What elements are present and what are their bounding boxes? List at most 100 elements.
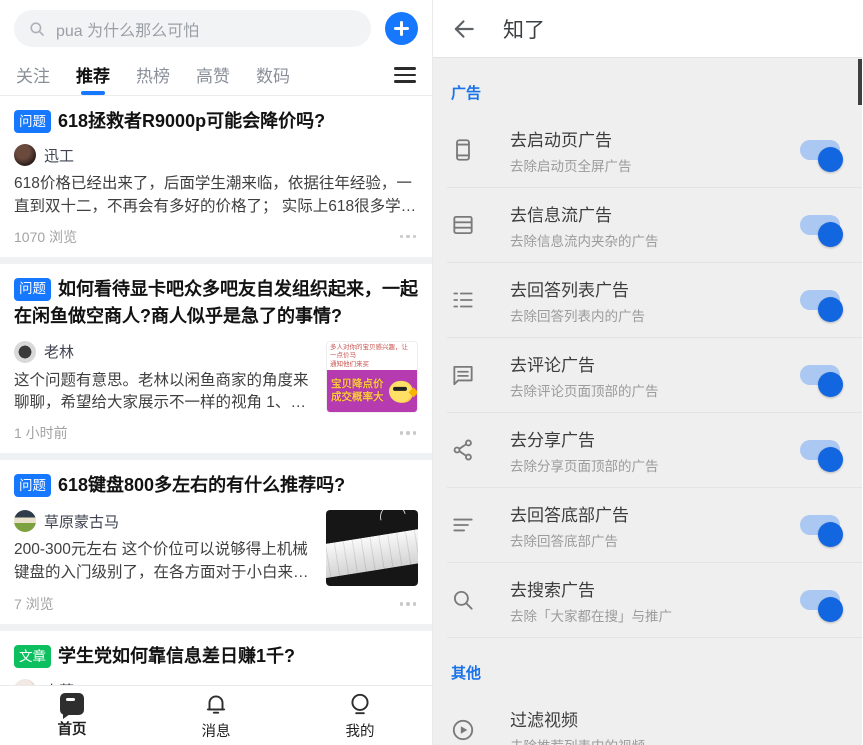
toggle-share-ads[interactable] — [800, 440, 843, 472]
more-options-icon[interactable] — [398, 600, 419, 608]
question-badge: 问题 — [14, 474, 51, 498]
list-icon — [453, 292, 473, 308]
section-header-ads: 广告 — [451, 85, 482, 102]
section-header-other: 其他 — [451, 665, 482, 682]
author-row[interactable]: 草原蒙古马 — [14, 510, 314, 533]
setting-subtitle: 去除评论页面顶部的广告 — [510, 383, 659, 399]
setting-title: 去信息流广告 — [510, 205, 612, 225]
setting-subtitle: 去除推荐列表内的视频 — [510, 735, 840, 745]
avatar — [14, 340, 36, 363]
setting-subtitle: 去除启动页全屏广告 — [510, 158, 632, 174]
setting-subtitle: 去除回答列表内的广告 — [510, 308, 645, 324]
toggle-comment-ads[interactable] — [800, 365, 843, 397]
bell-icon — [206, 694, 226, 714]
toggle-answer-bottom-ads[interactable] — [800, 515, 843, 547]
setting-row-answer-bottom-ads[interactable]: 去回答底部广告 去除回答底部广告 — [433, 488, 862, 562]
card-footer: 1 小时前 — [14, 423, 418, 443]
setting-title: 去启动页广告 — [510, 130, 612, 150]
scrollbar[interactable] — [858, 59, 862, 105]
tab-hot[interactable]: 热榜 — [136, 62, 170, 95]
nav-home[interactable]: 首页 — [0, 686, 144, 745]
keyboard-image — [326, 527, 418, 579]
timestamp: 1 小时前 — [14, 425, 68, 442]
setting-title: 过滤视频 — [510, 710, 578, 730]
setting-row-splash-ads[interactable]: 去启动页广告 去除启动页全屏广告 — [433, 113, 862, 187]
author-row[interactable]: 老林 — [14, 340, 314, 363]
toggle-splash-ads[interactable] — [800, 140, 843, 172]
setting-row-filter-videos[interactable]: 过滤视频 去除推荐列表内的视频 — [433, 693, 862, 745]
setting-row-search-ads[interactable]: 去搜索广告 去除「大家都在搜」与推广 — [433, 563, 862, 637]
post-excerpt: 618价格已经出来了，后面学生潮来临，依据往年经验，一直到双十二，不再会有多好的… — [14, 175, 417, 215]
bottom-nav: 首页 消息 我的 — [0, 685, 432, 745]
question-badge: 问题 — [14, 277, 51, 301]
toggle-search-ads[interactable] — [800, 590, 843, 622]
card-footer: 1070 浏览 — [14, 227, 418, 247]
more-options-icon[interactable] — [398, 233, 419, 241]
search-placeholder: pua 为什么那么可怕 — [56, 22, 200, 40]
setting-row-answer-list-ads[interactable]: 去回答列表广告 去除回答列表内的广告 — [433, 263, 862, 337]
feed-list: 问题 618拯救者R9000p可能会降价吗? 迅工 618价格已经出来了，后面学生… — [0, 96, 432, 690]
split-screen: pua 为什么那么可怕 关注 推荐 热榜 高赞 数码 问题 618拯救者R9000… — [0, 0, 863, 745]
post-thumbnail[interactable] — [326, 510, 418, 587]
feed-card[interactable]: 问题 如何看待显卡吧众多吧友自发组织起来，一起在闲鱼做空商人?商人似乎是急了的事情… — [0, 263, 432, 454]
setting-subtitle: 去除信息流内夹杂的广告 — [510, 233, 659, 249]
view-count: 1070 浏览 — [14, 228, 78, 245]
setting-subtitle: 去除分享页面顶部的广告 — [510, 458, 659, 474]
feed-card[interactable]: 问题 618键盘800多左右的有什么推荐吗? 草原蒙古马 200-300元左右 这… — [0, 460, 432, 625]
promo-caption: 多人对你的宝贝感兴趣，让一点价马 通知他们来买 — [330, 343, 408, 369]
feed-card[interactable]: 问题 618拯救者R9000p可能会降价吗? 迅工 618价格已经出来了，后面学生… — [0, 96, 432, 257]
article-badge: 文章 — [14, 645, 51, 669]
phone-icon — [456, 139, 470, 161]
nav-label: 我的 — [345, 723, 375, 740]
setting-title: 去分享广告 — [510, 430, 595, 450]
post-title: 问题 618键盘800多左右的有什么推荐吗? — [14, 472, 418, 499]
avatar — [14, 510, 36, 533]
view-count: 7 浏览 — [14, 596, 54, 613]
nav-profile[interactable]: 我的 — [288, 686, 432, 745]
setting-title: 去评论广告 — [510, 355, 595, 375]
toggle-feed-ads[interactable] — [800, 215, 843, 247]
settings-header: 知了 — [433, 0, 862, 58]
question-badge: 问题 — [14, 110, 51, 134]
share-icon — [453, 439, 472, 461]
tab-upvoted[interactable]: 高赞 — [196, 62, 230, 95]
feed-tabs: 关注 推荐 热榜 高赞 数码 — [0, 55, 432, 95]
feed-card[interactable]: 文章学生党如何靠信息差日赚1千? 小葵 — [0, 631, 432, 690]
promo-banner: 宝贝降点价 成交概率大 — [327, 369, 417, 412]
setting-row-comment-ads[interactable]: 去评论广告 去除评论页面顶部的广告 — [433, 338, 862, 412]
play-icon — [452, 719, 474, 741]
avatar — [14, 144, 36, 166]
menu-icon[interactable] — [394, 67, 416, 83]
search-icon — [30, 21, 44, 36]
setting-title: 去回答底部广告 — [510, 505, 629, 525]
author-name: 迅工 — [44, 147, 75, 165]
nav-label: 首页 — [57, 721, 87, 738]
setting-row-feed-ads[interactable]: 去信息流广告 去除信息流内夹杂的广告 — [433, 188, 862, 262]
add-button[interactable] — [385, 12, 418, 45]
tab-digital[interactable]: 数码 — [256, 62, 290, 95]
setting-title: 去回答列表广告 — [510, 280, 629, 300]
toggle-answer-list-ads[interactable] — [800, 290, 843, 322]
profile-icon — [351, 693, 369, 714]
comment-icon — [453, 365, 473, 386]
card-footer: 7 浏览 — [14, 594, 418, 614]
setting-title: 去搜索广告 — [510, 580, 595, 600]
feed-panel: pua 为什么那么可怕 关注 推荐 热榜 高赞 数码 问题 618拯救者R9000… — [0, 0, 433, 745]
setting-subtitle: 去除回答底部广告 — [510, 533, 618, 549]
author-row[interactable]: 迅工 — [14, 144, 418, 166]
tab-follow[interactable]: 关注 — [16, 62, 50, 95]
post-title: 问题 如何看待显卡吧众多吧友自发组织起来，一起在闲鱼做空商人?商人似乎是急了的事情… — [14, 277, 418, 326]
search-icon — [453, 590, 473, 610]
post-thumbnail[interactable]: 多人对你的宝贝感兴趣，让一点价马 通知他们来买 宝贝降点价 成交概率大 — [326, 340, 418, 413]
nav-label: 消息 — [201, 723, 231, 740]
tab-recommend[interactable]: 推荐 — [76, 62, 110, 95]
search-input[interactable]: pua 为什么那么可怕 — [14, 10, 371, 47]
back-arrow-icon[interactable] — [451, 16, 477, 42]
more-options-icon[interactable] — [398, 429, 419, 437]
post-title: 文章 学生党如何靠信息差日赚1千? — [14, 643, 418, 670]
fish-cartoon-icon — [389, 380, 413, 403]
nav-messages[interactable]: 消息 — [144, 686, 288, 745]
post-excerpt: 200-300元左右 这个价位可以说够得上机械键盘的入门级别了，在各方面对于小白… — [14, 541, 309, 581]
setting-row-share-ads[interactable]: 去分享广告 去除分享页面顶部的广告 — [433, 413, 862, 487]
lines-icon — [453, 518, 473, 532]
